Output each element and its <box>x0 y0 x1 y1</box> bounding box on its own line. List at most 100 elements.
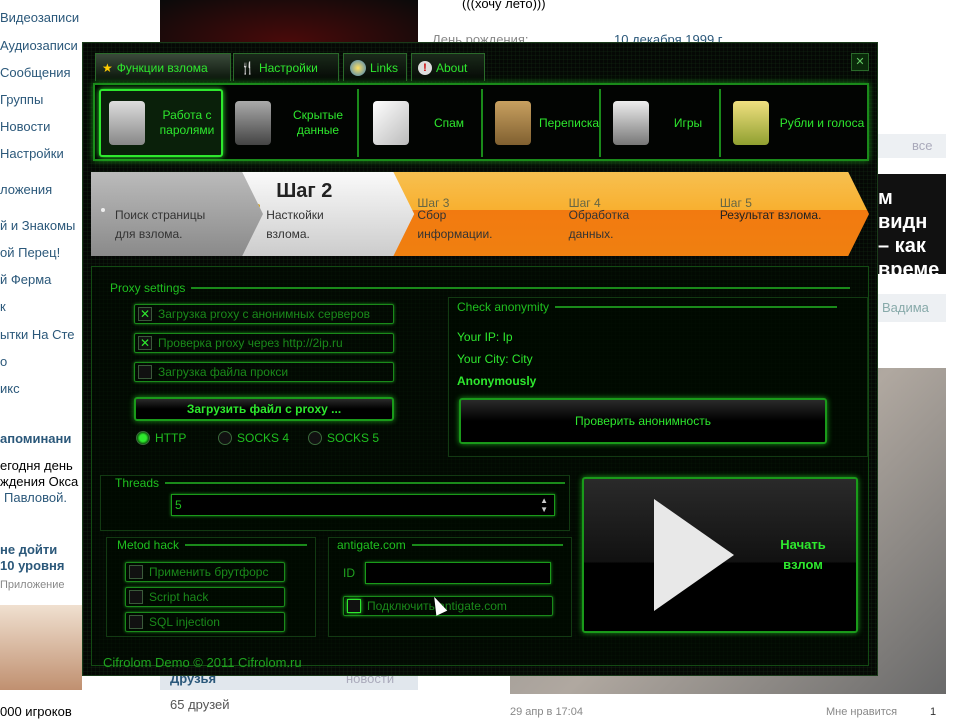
function-toolbar: Работа с паролями Скрытые данные Спам Переп… <box>93 83 869 161</box>
step-4: Шаг 4 Обработка данных. <box>544 172 718 256</box>
radio-dot[interactable] <box>136 431 150 445</box>
tool-2[interactable]: Скрытые данные <box>227 89 359 157</box>
tool-6[interactable]: Рубли и голоса <box>725 89 867 157</box>
tool-4[interactable]: Переписка <box>487 89 601 157</box>
left-menu-item[interactable]: Аудиозаписи <box>0 38 78 53</box>
method-option-checkbox[interactable]: Применить брутфорс <box>125 562 285 582</box>
step-text: данных. <box>568 227 614 241</box>
method-option-checkbox[interactable]: Script hack <box>125 587 285 607</box>
load-proxy-file-button[interactable]: Загрузить файл с proxy ... <box>134 397 394 421</box>
your-city: Your City: City <box>457 352 533 366</box>
checkbox-label: Загрузка proxy с анонимных серверов <box>158 307 370 321</box>
connect-antigate-checkbox[interactable]: Подключить antigate.com <box>343 596 553 616</box>
gamepad-icon <box>613 101 649 145</box>
threads-spinbox[interactable]: 5 ▲ ▼ <box>171 494 555 516</box>
tool-label: Рубли и голоса <box>779 115 865 130</box>
step-title <box>115 180 264 206</box>
step-text: Поиск страницы <box>115 208 206 222</box>
checkbox-box[interactable] <box>347 599 361 613</box>
tab-settings[interactable]: 🍴 Настройки <box>233 53 339 81</box>
app-image[interactable] <box>0 605 82 690</box>
checkbox-box[interactable] <box>129 615 143 629</box>
cifrolom-window: ★ Функции взлома 🍴 Настройки Links ! About … <box>82 42 878 676</box>
radio-dot[interactable] <box>218 431 232 445</box>
reminder-line: егодня день <box>0 458 73 473</box>
proxy-settings-legend: Proxy settings <box>110 281 850 295</box>
checkbox-box[interactable] <box>129 590 143 604</box>
check-anonymity-button[interactable]: Проверить анонимность <box>459 398 827 444</box>
tab-links[interactable]: Links <box>343 53 407 81</box>
checkbox-box[interactable] <box>138 365 152 379</box>
checkbox-label: Применить брутфорс <box>149 565 269 579</box>
proxy-option-checkbox[interactable]: ✕ Загрузка proxy с анонимных серверов <box>134 304 394 324</box>
play-icon <box>654 499 734 611</box>
all-link[interactable]: все <box>912 138 933 153</box>
left-menu-item[interactable]: к <box>0 299 6 314</box>
proxy-option-checkbox[interactable]: Загрузка файла прокси <box>134 362 394 382</box>
left-menu-item[interactable]: й Ферма <box>0 272 51 287</box>
radio-socks5[interactable]: SOCKS 5 <box>308 431 379 445</box>
check-anonymity-group: Check anonymity Your IP: Ip Your City: C… <box>448 297 868 457</box>
spin-arrows-icon[interactable]: ▲ ▼ <box>540 496 548 514</box>
left-menu-item[interactable]: икс <box>0 381 20 396</box>
antigate-id-input[interactable] <box>365 562 551 584</box>
radio-label: SOCKS 4 <box>237 431 290 445</box>
checkbox-box[interactable]: ✕ <box>138 336 152 350</box>
left-menu-item[interactable]: о <box>0 354 7 369</box>
main-panel: Proxy settings .legend span{flex:none}.l… <box>91 266 869 666</box>
proxy-option-checkbox[interactable]: ✕ Проверка proxy через http://2ip.ru <box>134 333 394 353</box>
left-menu-item[interactable]: ытки На Сте <box>0 327 75 342</box>
method-option-checkbox[interactable]: SQL injection <box>125 612 285 632</box>
tool-label: Игры <box>673 115 703 130</box>
left-menu-item[interactable]: Настройки <box>0 146 64 161</box>
status-text: (((хочу лето))) <box>462 0 546 11</box>
chat-icon <box>495 101 531 145</box>
start-hack-button[interactable]: Начать взлом <box>582 477 858 633</box>
left-menu-item[interactable]: Группы <box>0 92 43 107</box>
star-icon: ★ <box>102 60 113 75</box>
method-hack-group: Metod hack Применить брутфорс Script hack… <box>106 537 316 637</box>
step-dot <box>101 208 105 212</box>
left-menu-item[interactable]: Видеозаписи <box>0 10 79 25</box>
reminder-line: ждения Окса <box>0 474 79 489</box>
tool-label: Скрытые данные <box>292 108 343 137</box>
steps-bar: Поиск страницы для взлома. Шаг 2 Насткойки в… <box>91 172 870 256</box>
left-menu-item[interactable]: Сообщения <box>0 65 71 80</box>
left-menu-item[interactable]: ой Перец! <box>0 245 60 260</box>
app-promo[interactable]: 10 уровня <box>0 558 64 573</box>
app-promo[interactable]: не дойти <box>0 542 57 557</box>
video-thumbnail[interactable]: м видн – как време <box>878 174 946 274</box>
checkbox-box[interactable] <box>129 565 143 579</box>
tool-label: Спам <box>433 115 465 130</box>
close-button[interactable]: ✕ <box>851 53 869 71</box>
step-text: информации. <box>417 227 493 241</box>
post-date[interactable]: 29 апр в 17:04 <box>510 706 583 718</box>
radio-socks4[interactable]: SOCKS 4 <box>218 431 289 445</box>
radio-dot[interactable] <box>308 431 322 445</box>
like-count: 1 <box>930 706 937 718</box>
reminder-title: апоминани <box>0 431 72 446</box>
left-menu-item[interactable]: й и Знакомы <box>0 218 75 233</box>
left-menu-item[interactable]: Новости <box>0 119 50 134</box>
envelope-icon <box>373 101 409 145</box>
profile-photo[interactable] <box>160 0 418 42</box>
tool-5[interactable]: Игры <box>605 89 721 157</box>
tab-about[interactable]: ! About <box>411 53 485 81</box>
step-3: Шаг 3 Сбор информации. <box>393 172 567 256</box>
app-label: Приложение <box>0 579 65 591</box>
tool-label: Работа с паролями <box>159 108 215 137</box>
safe-icon <box>235 101 271 145</box>
like-label[interactable]: Мне нравится <box>826 706 897 718</box>
vadima-link[interactable]: Вадима <box>882 300 929 315</box>
reminder-line[interactable]: Павловой. <box>4 490 67 505</box>
checkbox-box[interactable]: ✕ <box>138 307 152 321</box>
tool-3[interactable]: Спам <box>365 89 483 157</box>
left-menu-item[interactable]: ложения <box>0 182 52 197</box>
tab-functions[interactable]: ★ Функции взлома <box>95 53 231 81</box>
tool-1[interactable]: Работа с паролями <box>99 89 223 157</box>
friends-count[interactable]: 65 друзей <box>170 697 230 712</box>
radio-http[interactable]: HTTP <box>136 431 186 445</box>
step-text: для взлома. <box>115 227 183 241</box>
step-text: Результат взлома. <box>719 208 822 222</box>
globe-icon <box>350 59 366 76</box>
